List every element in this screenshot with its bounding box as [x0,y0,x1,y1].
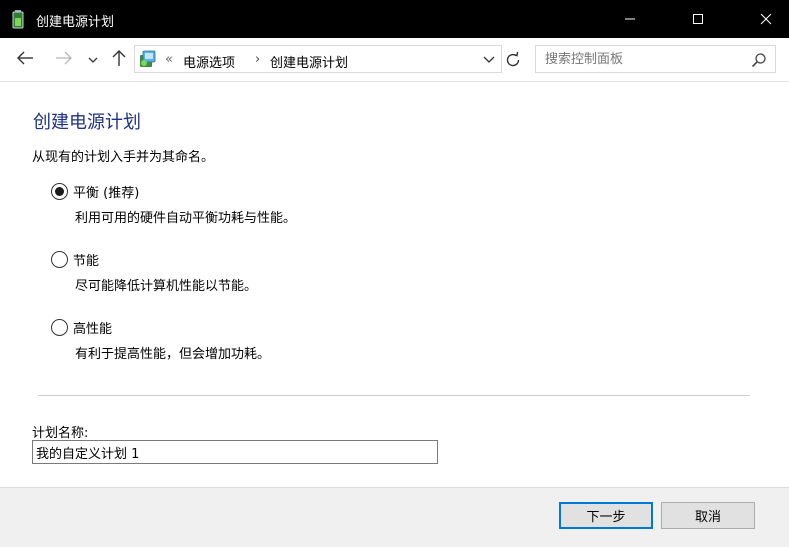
maximize-button[interactable] [675,0,721,38]
option-label[interactable]: 节能 [73,250,99,269]
maximize-icon [692,13,704,25]
option-description: 有利于提高性能，但会增加功耗。 [75,347,271,362]
option-label[interactable]: 高性能 [73,318,112,337]
plan-name-label: 计划名称: [32,426,89,441]
window-title: 创建电源计划 [36,15,115,30]
chevron-down-icon [88,53,98,68]
cancel-button[interactable]: 取消 [661,502,755,529]
plan-name-input[interactable] [32,440,438,464]
back-arrow-icon [16,51,34,69]
radio-high-performance[interactable] [51,319,68,336]
footer-bar: 下一步 取消 [0,487,789,547]
search-icon[interactable] [751,52,767,68]
breadcrumb-separator[interactable]: › [255,52,260,67]
option-label[interactable]: 平衡 (推荐) [73,182,139,201]
search-box[interactable] [535,45,776,73]
minimize-icon [624,13,636,25]
breadcrumb-item-create-plan[interactable]: 创建电源计划 [270,52,348,71]
page-title: 创建电源计划 [33,112,141,133]
close-icon [760,13,772,25]
close-button[interactable] [743,0,789,38]
navigation-bar: « 电源选项 › 创建电源计划 [0,38,789,82]
up-button[interactable] [109,50,129,70]
up-arrow-icon [112,49,126,71]
page-subtitle: 从现有的计划入手并为其命名。 [32,150,215,165]
option-description: 尽可能降低计算机性能以节能。 [75,279,258,294]
refresh-button[interactable] [503,50,523,70]
title-bar: 创建电源计划 [0,0,789,38]
divider [38,395,750,396]
radio-power-saver[interactable] [51,251,68,268]
control-panel-icon [138,49,158,69]
recent-locations-button[interactable] [86,50,100,70]
minimize-button[interactable] [607,0,653,38]
option-description: 利用可用的硬件自动平衡功耗与性能。 [75,211,297,226]
breadcrumb-overflow[interactable]: « [165,52,173,67]
forward-button[interactable] [54,50,74,70]
power-battery-icon [10,9,28,29]
back-button[interactable] [15,50,35,70]
chevron-down-icon[interactable] [483,54,495,69]
refresh-icon [503,51,523,74]
next-button[interactable]: 下一步 [559,502,653,529]
radio-balanced[interactable] [51,183,68,200]
forward-arrow-icon [55,51,73,69]
search-input[interactable] [536,46,744,72]
breadcrumb-item-power-options[interactable]: 电源选项 [183,52,235,71]
address-bar[interactable]: « 电源选项 › 创建电源计划 [134,45,502,73]
